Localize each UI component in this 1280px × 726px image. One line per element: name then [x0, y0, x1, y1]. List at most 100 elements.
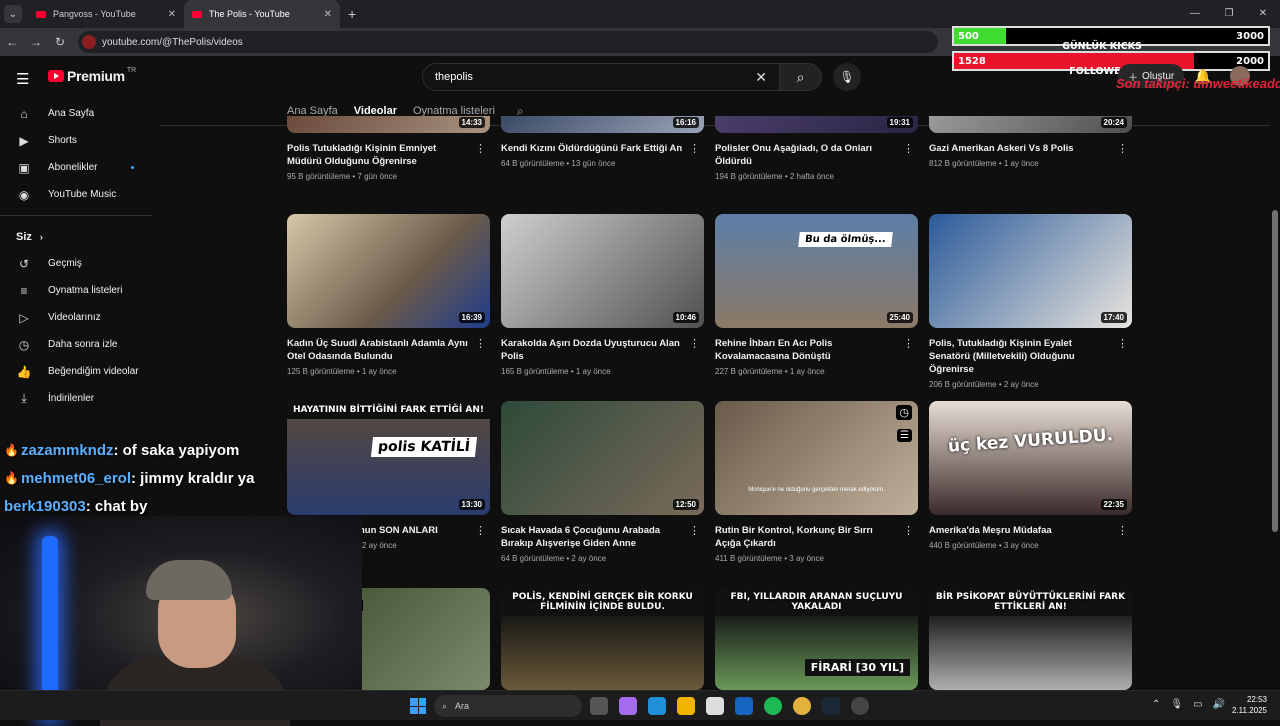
video-card[interactable]: 10:46 Karakolda Aşırı Dozda Uyuşturucu Al…	[501, 214, 704, 376]
video-thumbnail[interactable]: 20:24	[929, 116, 1132, 133]
reload-icon[interactable]: ↻	[48, 35, 72, 49]
more-options-icon[interactable]: ⋮	[689, 142, 700, 155]
volume-icon[interactable]: 🔊	[1213, 699, 1225, 710]
video-thumbnail[interactable]: üç kez VURULDU. 22:35	[929, 401, 1132, 515]
video-card[interactable]: Bu da ölmüş... 25:40 Rehine İhbarı En Acı …	[715, 214, 918, 376]
edge-icon[interactable]	[648, 697, 666, 715]
video-thumbnail[interactable]: POLİS, KENDİNİ GERÇEK BİR KORKU FİLMİNİN…	[501, 588, 704, 690]
taskbar-clock[interactable]: 22:53 2.11.2025	[1232, 694, 1267, 716]
store-icon[interactable]	[706, 697, 724, 715]
video-card[interactable]: 16:39 Kadın Üç Suudi Arabistanlı Adamla A…	[287, 214, 490, 376]
chrome-icon[interactable]	[793, 697, 811, 715]
video-title[interactable]: Rehine İhbarı En Acı Polis Kovalamacasın…	[715, 337, 918, 363]
sidebar-item-shorts[interactable]: ▶ Shorts	[0, 127, 160, 154]
video-thumbnail[interactable]: 17:40	[929, 214, 1132, 328]
video-thumbnail[interactable]: FBI, YILLARDIR ARANAN SUÇLUYU YAKALADI Fİ…	[715, 588, 918, 690]
video-title[interactable]: Sıcak Havada 6 Çocuğunu Arabada Bırakıp …	[501, 524, 704, 550]
video-thumbnail[interactable]: Bu da ölmüş... 25:40	[715, 214, 918, 328]
video-title[interactable]: Gazi Amerikan Askeri Vs 8 Polis	[929, 142, 1132, 155]
sidebar-item-your-videos[interactable]: ▷ Videolarınız	[0, 304, 160, 331]
more-options-icon[interactable]: ⋮	[689, 337, 700, 350]
sidebar-item-liked[interactable]: 👍 Beğendiğim videolar	[0, 358, 160, 385]
more-options-icon[interactable]: ⋮	[903, 337, 914, 350]
tab-search-button[interactable]: ⌄	[4, 5, 22, 23]
microphone-icon[interactable]: 🎙	[1170, 699, 1183, 710]
file-explorer-icon[interactable]	[677, 697, 695, 715]
sidebar-item-watch-later[interactable]: ◷ Daha sonra izle	[0, 331, 160, 358]
more-options-icon[interactable]: ⋮	[1117, 142, 1128, 155]
network-icon[interactable]: ▭	[1193, 699, 1202, 710]
view-count: 194 B görüntüleme	[715, 172, 783, 181]
menu-icon[interactable]: ☰	[16, 70, 29, 88]
video-title[interactable]: Polis, Tutukladığı Kişinin Eyalet Senatö…	[929, 337, 1132, 376]
clock-time: 22:53	[1246, 695, 1267, 704]
video-title[interactable]: Kadın Üç Suudi Arabistanlı Adamla Aynı O…	[287, 337, 490, 363]
video-card[interactable]: 19:31 Polisler Onu Aşağıladı, O da Onları…	[715, 116, 918, 181]
video-thumbnail[interactable]: 14:33	[287, 116, 490, 133]
view-count: 206 B görüntüleme	[929, 380, 997, 389]
close-tab-icon[interactable]: ✕	[168, 9, 176, 20]
video-card[interactable]: 14:33 Polis Tutukladığı Kişinin Emniyet M…	[287, 116, 490, 181]
more-options-icon[interactable]: ⋮	[689, 524, 700, 537]
system-tray: ⌃ 🎙 ▭ 🔊	[1152, 699, 1225, 710]
watch-later-icon[interactable]: ◷	[896, 405, 912, 420]
sidebar-item-subscriptions[interactable]: ▣ Abonelikler	[0, 154, 160, 181]
video-thumbnail[interactable]: Monique'e ne olduğunu gerçekten merak ed…	[715, 401, 918, 515]
video-title[interactable]: Polisler Onu Aşağıladı, O da Onları Öldü…	[715, 142, 918, 168]
video-thumbnail[interactable]: BİR PSİKOPAT BÜYÜTTÜKLERİNİ FARK ETTİKLE…	[929, 588, 1132, 690]
page-scrollbar[interactable]	[1270, 126, 1280, 690]
video-title[interactable]: Amerika'da Meşru Müdafaa	[929, 524, 1132, 537]
more-options-icon[interactable]: ⋮	[475, 142, 486, 155]
more-options-icon[interactable]: ⋮	[903, 142, 914, 155]
minimize-icon[interactable]: —	[1178, 0, 1212, 28]
youtube-logo[interactable]: Premium TR	[48, 67, 136, 84]
taskbar-search[interactable]: ⌕ Ara	[434, 695, 582, 717]
sidebar-item-history[interactable]: ↺ Geçmiş	[0, 250, 160, 277]
outlook-icon[interactable]	[735, 697, 753, 715]
more-options-icon[interactable]: ⋮	[1117, 524, 1128, 537]
video-card[interactable]: üç kez VURULDU. 22:35 Amerika'da Meşru Müd…	[929, 401, 1132, 550]
sidebar-item-playlists[interactable]: ≡ Oynatma listeleri	[0, 277, 160, 304]
video-thumbnail[interactable]: 10:46	[501, 214, 704, 328]
video-card[interactable]: 16:16 Kendi Kızını Öldürdüğünü Fark Ettiğ…	[501, 116, 704, 168]
back-icon[interactable]: ←	[0, 35, 24, 49]
video-thumbnail[interactable]: 12:50	[501, 401, 704, 515]
more-options-icon[interactable]: ⋮	[1117, 337, 1128, 350]
sidebar-item-music[interactable]: ◉ YouTube Music	[0, 181, 160, 208]
video-card[interactable]: 17:40 Polis, Tutukladığı Kişinin Eyalet S…	[929, 214, 1132, 389]
steam-icon[interactable]	[822, 697, 840, 715]
forward-icon[interactable]: →	[24, 35, 48, 49]
more-options-icon[interactable]: ⋮	[475, 524, 486, 537]
more-options-icon[interactable]: ⋮	[475, 337, 486, 350]
video-thumbnail[interactable]: 19:31	[715, 116, 918, 133]
video-card[interactable]: Monique'e ne olduğunu gerçekten merak ed…	[715, 401, 918, 563]
sidebar-item-downloads[interactable]: ⤓ İndirilenler	[0, 385, 160, 412]
spotify-icon[interactable]	[764, 697, 782, 715]
scrollbar-thumb[interactable]	[1272, 210, 1278, 532]
video-card[interactable]: BİR PSİKOPAT BÜYÜTTÜKLERİNİ FARK ETTİKLE…	[929, 588, 1132, 690]
video-card[interactable]: POLİS, KENDİNİ GERÇEK BİR KORKU FİLMİNİN…	[501, 588, 704, 690]
video-title[interactable]: Rutin Bir Kontrol, Korkunç Bir Sırrı Açı…	[715, 524, 918, 550]
sidebar-you-heading[interactable]: Siz ›	[0, 223, 160, 250]
close-window-icon[interactable]: ✕	[1246, 0, 1280, 28]
more-options-icon[interactable]: ⋮	[903, 524, 914, 537]
video-title[interactable]: Polis Tutukladığı Kişinin Emniyet Müdürü…	[287, 142, 490, 168]
video-title[interactable]: Karakolda Aşırı Dozda Uyuşturucu Alan Po…	[501, 337, 704, 363]
video-thumbnail[interactable]: 16:16	[501, 116, 704, 133]
chevron-up-icon[interactable]: ⌃	[1152, 699, 1160, 710]
sidebar-item-label: Videolarınız	[48, 312, 101, 323]
start-button[interactable]	[410, 698, 426, 714]
task-view-icon[interactable]	[590, 697, 608, 715]
obs-icon[interactable]	[851, 697, 869, 715]
video-thumbnail[interactable]: 16:39	[287, 214, 490, 328]
browser-tab[interactable]: Pangvoss - YouTube ✕	[28, 0, 184, 28]
add-to-queue-icon[interactable]: ☰	[897, 429, 912, 442]
video-card[interactable]: 12:50 Sıcak Havada 6 Çocuğunu Arabada Bır…	[501, 401, 704, 563]
video-card[interactable]: FBI, YILLARDIR ARANAN SUÇLUYU YAKALADI Fİ…	[715, 588, 918, 690]
video-title[interactable]: Kendi Kızını Öldürdüğünü Fark Ettiği An	[501, 142, 704, 155]
restore-icon[interactable]: ❐	[1212, 0, 1246, 28]
site-info-icon[interactable]	[82, 35, 96, 49]
copilot-icon[interactable]	[619, 697, 637, 715]
video-card[interactable]: 20:24 Gazi Amerikan Askeri Vs 8 Polis 812 …	[929, 116, 1132, 168]
sidebar-item-home[interactable]: ⌂ Ana Sayfa	[0, 100, 160, 127]
